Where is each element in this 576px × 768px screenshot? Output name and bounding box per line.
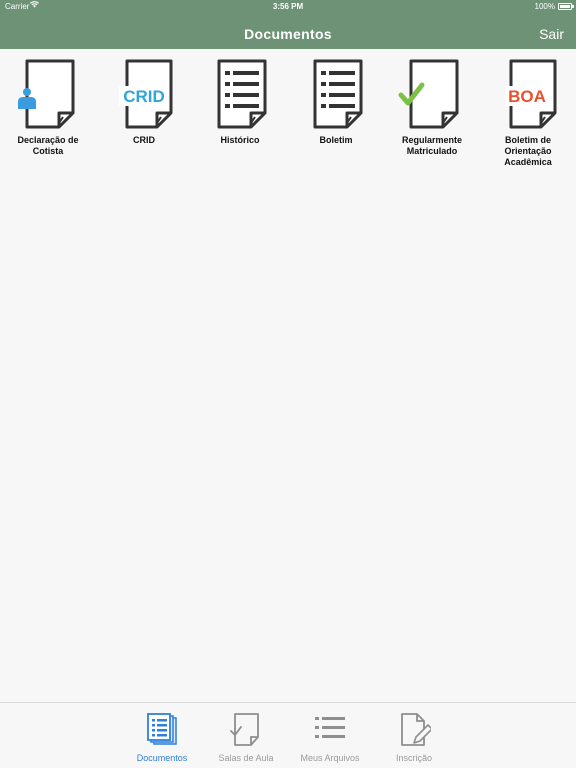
document-label: Boletim de Orientação Acadêmica (480, 135, 576, 168)
document-label-line: Cotista (32, 146, 64, 156)
document-checkmark-icon (398, 59, 459, 129)
crid-text: CRID (123, 87, 165, 106)
tab-bar: Documentos Salas de Aula Meus Arquivos I… (0, 702, 576, 768)
battery-icon (558, 3, 574, 10)
list-icon (315, 717, 345, 738)
tab-meus-arquivos[interactable]: Meus Arquivos (285, 713, 375, 763)
document-label: Declaração de Cotista (0, 135, 96, 157)
document-edit-icon (401, 713, 431, 746)
document-label-line: Declaração de (17, 135, 79, 145)
document-label-line: Orientação (504, 146, 552, 156)
documents-stack-icon (147, 713, 177, 745)
document-label: Boletim (288, 135, 384, 146)
document-historico[interactable]: Histórico (192, 59, 288, 146)
tab-salas-de-aula[interactable]: Salas de Aula (201, 713, 291, 763)
document-regularmente-matriculado[interactable]: Regularmente Matriculado (384, 59, 480, 157)
document-label: Regularmente Matriculado (384, 135, 480, 157)
document-declaracao-cotista[interactable]: Declaração de Cotista (0, 59, 96, 157)
document-label-line: Regularmente (401, 135, 463, 145)
document-crid[interactable]: CRID CRID (96, 59, 192, 146)
document-crid-icon: CRID (119, 59, 173, 129)
tab-label: Documentos (136, 753, 188, 763)
document-boletim-orientacao-academica[interactable]: BOA Boletim de Orientação Acadêmica (480, 59, 576, 168)
tab-label: Inscrição (395, 753, 432, 763)
document-label: CRID (96, 135, 192, 146)
document-person-icon (18, 59, 75, 129)
document-list-icon (217, 59, 267, 129)
document-list-icon (313, 59, 363, 129)
document-label-line: Boletim de (504, 135, 551, 145)
battery-percent: 100% (534, 2, 555, 11)
tab-documentos[interactable]: Documentos (117, 713, 207, 763)
tab-inscricao[interactable]: Inscrição (369, 713, 459, 763)
document-boletim[interactable]: Boletim (288, 59, 384, 146)
status-bar: Carrier 3:56 PM 100% (0, 0, 576, 14)
document-label-line: Boletim (319, 135, 353, 145)
boa-text: BOA (508, 87, 546, 106)
document-label-line: Acadêmica (504, 157, 552, 167)
status-time: 3:56 PM (272, 2, 304, 11)
nav-bar: Documentos Sair (0, 14, 576, 49)
document-boa-icon: BOA (505, 59, 557, 129)
document-label-line: CRID (133, 135, 155, 145)
logout-button[interactable]: Sair (539, 26, 564, 42)
document-label-line: Histórico (220, 135, 260, 145)
document-label-line: Matriculado (406, 146, 458, 156)
tab-label: Meus Arquivos (300, 753, 360, 763)
document-label: Histórico (192, 135, 288, 146)
document-check-icon (230, 713, 259, 746)
tab-label: Salas de Aula (218, 753, 274, 763)
page-title: Documentos (244, 26, 332, 42)
